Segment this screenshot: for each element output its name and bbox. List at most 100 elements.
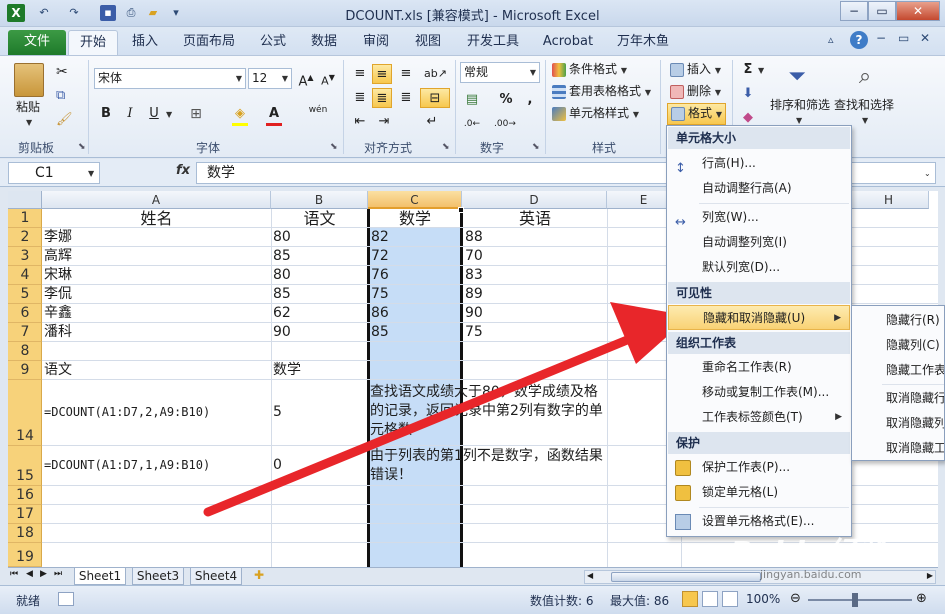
format-painter-icon[interactable]: 🖌 — [56, 112, 73, 127]
tab-data[interactable]: 数据 — [305, 30, 343, 55]
italic-button[interactable]: I — [120, 104, 140, 124]
find-select-button[interactable]: 查找和选择 — [834, 96, 894, 114]
paste-button[interactable]: 粘贴 — [16, 98, 40, 116]
format-as-table-button[interactable]: 套用表格格式 ▼ — [552, 82, 651, 102]
cell-d4[interactable]: 83 — [465, 266, 483, 285]
cell-a1[interactable]: 姓名 — [42, 209, 271, 228]
name-box[interactable]: C1 — [8, 162, 100, 184]
row-header-14[interactable]: 14 — [8, 380, 42, 446]
cut-icon[interactable]: ✂ — [56, 64, 68, 80]
cell-a5[interactable]: 李侃 — [44, 285, 72, 304]
menu-item-column-width[interactable]: ↔ 列宽(W)... — [668, 205, 850, 230]
delete-cells-button[interactable]: 删除 ▼ — [670, 82, 721, 102]
cell-c6[interactable]: 86 — [371, 304, 389, 323]
row-header-19[interactable]: 19 — [8, 543, 42, 567]
menu-item-autofit-row[interactable]: 自动调整行高(A) — [668, 176, 850, 201]
tab-file[interactable]: 文件 — [8, 30, 66, 55]
col-header-h[interactable]: H — [849, 191, 929, 209]
cell-b1[interactable]: 语文 — [271, 209, 368, 228]
cell-c14[interactable]: 查找语文成绩大于80，数学成绩及格的记录，返回记录中第2列有数字的单元格数 — [370, 383, 610, 440]
row-header-5[interactable]: 5 — [8, 285, 42, 304]
cell-a3[interactable]: 高辉 — [44, 247, 72, 266]
col-header-c[interactable]: C — [368, 191, 462, 209]
cell-c4[interactable]: 76 — [371, 266, 389, 285]
cell-b14[interactable]: 5 — [273, 403, 282, 422]
normal-view-icon[interactable] — [682, 591, 698, 607]
menu-item-default-width[interactable]: 默认列宽(D)... — [668, 255, 850, 280]
menu-item-protect-sheet[interactable]: 保护工作表(P)... — [668, 455, 850, 480]
zoom-in-icon[interactable]: ⊕ — [916, 591, 927, 606]
tab-home[interactable]: 开始 — [68, 30, 118, 55]
tab-page-layout[interactable]: 页面布局 — [178, 30, 240, 55]
cell-d2[interactable]: 88 — [465, 228, 483, 247]
tab-muyu[interactable]: 万年木鱼 — [612, 30, 674, 55]
first-sheet-icon[interactable]: ⏮ — [10, 569, 18, 579]
font-name-dropdown-icon[interactable]: ▼ — [236, 69, 242, 88]
row-header-7[interactable]: 7 — [8, 323, 42, 342]
maximize-button[interactable]: ▭ — [868, 1, 896, 21]
submenu-unhide-columns[interactable]: 取消隐藏列 — [852, 410, 944, 436]
row-header-9[interactable]: 9 — [8, 361, 42, 380]
page-layout-view-icon[interactable] — [702, 591, 718, 607]
cell-c7[interactable]: 85 — [371, 323, 389, 342]
select-all-corner[interactable] — [8, 191, 42, 209]
accounting-format-icon[interactable]: ▤ — [462, 90, 482, 110]
comma-button[interactable]: , — [520, 90, 540, 110]
sheet-tab-sheet3[interactable]: Sheet3 — [132, 568, 184, 585]
row-header-4[interactable]: 4 — [8, 266, 42, 285]
zoom-slider[interactable] — [808, 599, 912, 601]
font-color-icon[interactable]: A — [264, 104, 284, 124]
zoom-level[interactable]: 100% — [746, 592, 780, 606]
zoom-slider-thumb[interactable] — [852, 593, 858, 607]
row-header-1[interactable]: 1 — [8, 209, 42, 228]
col-header-a[interactable]: A — [42, 191, 271, 209]
cell-a2[interactable]: 李娜 — [44, 228, 72, 247]
row-header-15[interactable]: 15 — [8, 446, 42, 486]
submenu-hide-columns[interactable]: 隐藏列(C) — [852, 332, 944, 358]
decrease-decimal-icon[interactable]: .00→ — [494, 114, 516, 134]
tab-insert[interactable]: 插入 — [126, 30, 164, 55]
row-header-16[interactable]: 16 — [8, 486, 42, 505]
align-middle-icon[interactable]: ≡ — [372, 64, 392, 84]
align-left-icon[interactable]: ≣ — [350, 88, 370, 108]
menu-item-move-copy-sheet[interactable]: 移动或复制工作表(M)... — [668, 380, 850, 405]
font-size-dropdown-icon[interactable]: ▼ — [282, 69, 288, 88]
font-launcher-icon[interactable]: ⬊ — [330, 142, 338, 152]
format-cells-button[interactable]: 格式 ▼ — [667, 103, 726, 125]
fill-handle[interactable] — [458, 207, 464, 213]
fill-color-icon[interactable]: ◈ — [230, 104, 250, 124]
cell-styles-button[interactable]: 单元格样式 ▼ — [552, 104, 639, 124]
scroll-right-icon[interactable]: ▶ — [927, 571, 933, 580]
sort-filter-button[interactable]: 排序和筛选 — [770, 96, 830, 114]
cell-b3[interactable]: 85 — [273, 247, 291, 266]
tab-formulas[interactable]: 公式 — [254, 30, 292, 55]
cell-c2[interactable]: 82 — [371, 228, 389, 247]
cell-b5[interactable]: 85 — [273, 285, 291, 304]
page-break-view-icon[interactable] — [722, 591, 738, 607]
cell-a15[interactable]: =DCOUNT(A1:D7,1,A9:B10) — [44, 456, 210, 475]
underline-button[interactable]: U — [144, 104, 164, 124]
cell-a14[interactable]: =DCOUNT(A1:D7,2,A9:B10) — [44, 403, 210, 422]
cell-d6[interactable]: 90 — [465, 304, 483, 323]
menu-item-autofit-column[interactable]: 自动调整列宽(I) — [668, 230, 850, 255]
fill-icon[interactable]: ⬇ — [738, 84, 758, 104]
shrink-font-icon[interactable]: A▼ — [318, 68, 338, 88]
submenu-hide-sheet[interactable]: 隐藏工作表 — [852, 357, 944, 383]
cell-c5[interactable]: 75 — [371, 285, 389, 304]
row-header-17[interactable]: 17 — [8, 505, 42, 524]
help-icon[interactable]: ? — [850, 31, 868, 49]
new-sheet-icon[interactable]: ✚ — [254, 568, 264, 582]
paste-icon[interactable] — [14, 63, 44, 97]
sheet-tab-sheet4[interactable]: Sheet4 — [190, 568, 242, 585]
menu-item-hide-unhide[interactable]: 隐藏和取消隐藏(U) ▶ — [668, 305, 850, 330]
cell-b2[interactable]: 80 — [273, 228, 291, 247]
copy-icon[interactable]: ⧉ — [56, 88, 65, 103]
menu-item-lock-cell[interactable]: 锁定单元格(L) — [668, 480, 850, 505]
cell-c1[interactable]: 数学 — [370, 209, 460, 228]
find-select-icon[interactable]: ⌕ — [850, 64, 880, 94]
grow-font-icon[interactable]: A▲ — [296, 68, 316, 89]
decrease-indent-icon[interactable]: ⇤ — [350, 112, 370, 132]
next-sheet-icon[interactable]: ▶ — [40, 569, 47, 579]
row-header-8[interactable]: 8 — [8, 342, 42, 361]
cell-c3[interactable]: 72 — [371, 247, 389, 266]
